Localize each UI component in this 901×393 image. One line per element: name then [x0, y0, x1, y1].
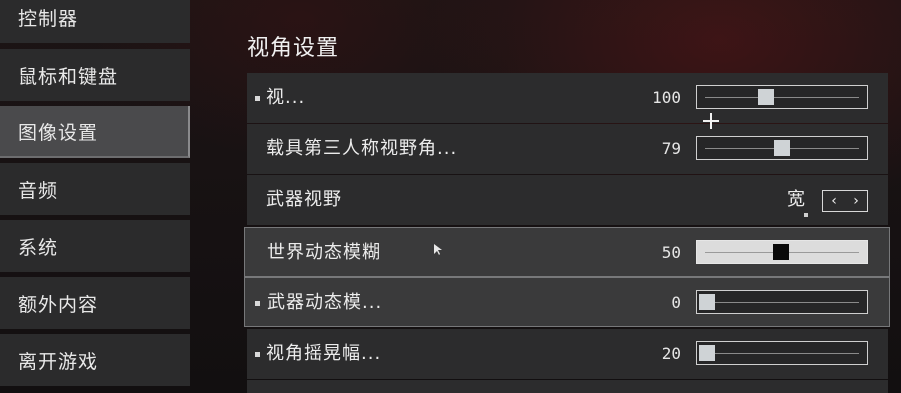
- bullet-icon: [255, 301, 260, 306]
- setting-value: 50: [661, 243, 681, 262]
- vehicle-fov-slider[interactable]: [696, 136, 868, 160]
- setting-value: 79: [661, 139, 681, 158]
- weapon-fov-selector[interactable]: ‹ ›: [822, 190, 868, 212]
- sidebar-item-extra-content[interactable]: 额外内容: [0, 277, 190, 329]
- setting-row-partial: [247, 380, 888, 393]
- slider-thumb[interactable]: [699, 294, 715, 310]
- setting-label: 视...: [266, 87, 306, 108]
- slider-thumb[interactable]: [699, 345, 715, 361]
- mouse-pointer-icon: [434, 244, 442, 255]
- slider-thumb[interactable]: [773, 244, 789, 260]
- sidebar-item-system[interactable]: 系统: [0, 220, 190, 272]
- weapon-motion-blur-slider[interactable]: [696, 290, 868, 314]
- slider-track: [705, 353, 859, 354]
- setting-label: 世界动态模糊: [267, 242, 381, 263]
- sidebar-item-audio[interactable]: 音频: [0, 163, 190, 215]
- sidebar-item-label: 音频: [18, 179, 59, 202]
- chevron-right-icon[interactable]: ›: [853, 194, 859, 208]
- slider-track: [705, 302, 859, 303]
- sidebar: 控制器 鼠标和键盘 图像设置 音频 系统 额外内容 离开游戏: [0, 0, 190, 393]
- sidebar-item-quit-game[interactable]: 离开游戏: [0, 334, 190, 386]
- bullet-icon: [255, 352, 260, 357]
- sidebar-item-controller[interactable]: 控制器: [0, 0, 190, 43]
- setting-value: 20: [661, 344, 681, 363]
- setting-row-weapon-fov[interactable]: 武器视野 宽 ‹ ›: [247, 175, 888, 225]
- setting-value: 0: [671, 293, 681, 312]
- weapon-fov-value: 宽: [787, 189, 805, 210]
- setting-value: 100: [652, 88, 681, 107]
- sidebar-item-label: 控制器: [18, 7, 79, 30]
- slider-thumb[interactable]: [774, 140, 791, 156]
- slider-track: [705, 97, 859, 98]
- setting-label: 载具第三人称视野角...: [266, 138, 458, 159]
- indicator-dot: [804, 213, 808, 217]
- fov-slider[interactable]: [696, 85, 868, 109]
- sidebar-item-graphics[interactable]: 图像设置: [0, 106, 190, 158]
- plus-cursor-icon: [703, 113, 719, 129]
- setting-row-fov[interactable]: 视... 100: [247, 73, 888, 123]
- section-title: 视角设置: [247, 36, 340, 61]
- sidebar-item-label: 鼠标和键盘: [18, 65, 119, 88]
- sidebar-item-mouse-keyboard[interactable]: 鼠标和键盘: [0, 49, 190, 101]
- setting-row-weapon-motion-blur[interactable]: 武器动态模... 0: [244, 277, 890, 327]
- sidebar-item-label: 系统: [18, 236, 59, 259]
- setting-row-vehicle-fov[interactable]: 载具第三人称视野角... 79: [247, 124, 888, 174]
- slider-thumb[interactable]: [758, 89, 775, 105]
- setting-row-world-motion-blur[interactable]: 世界动态模糊 50: [244, 227, 890, 277]
- sidebar-item-label: 离开游戏: [18, 350, 99, 373]
- sidebar-item-label: 图像设置: [18, 121, 99, 144]
- world-motion-blur-slider[interactable]: [696, 240, 868, 264]
- sidebar-item-label: 额外内容: [18, 293, 99, 316]
- camera-shake-slider[interactable]: [696, 341, 868, 365]
- setting-label: 视角摇晃幅...: [266, 343, 382, 364]
- chevron-left-icon[interactable]: ‹: [831, 194, 837, 208]
- setting-label: 武器动态模...: [267, 292, 383, 313]
- bullet-icon: [255, 96, 260, 101]
- setting-row-camera-shake[interactable]: 视角摇晃幅... 20: [247, 329, 888, 379]
- setting-label: 武器视野: [266, 189, 342, 210]
